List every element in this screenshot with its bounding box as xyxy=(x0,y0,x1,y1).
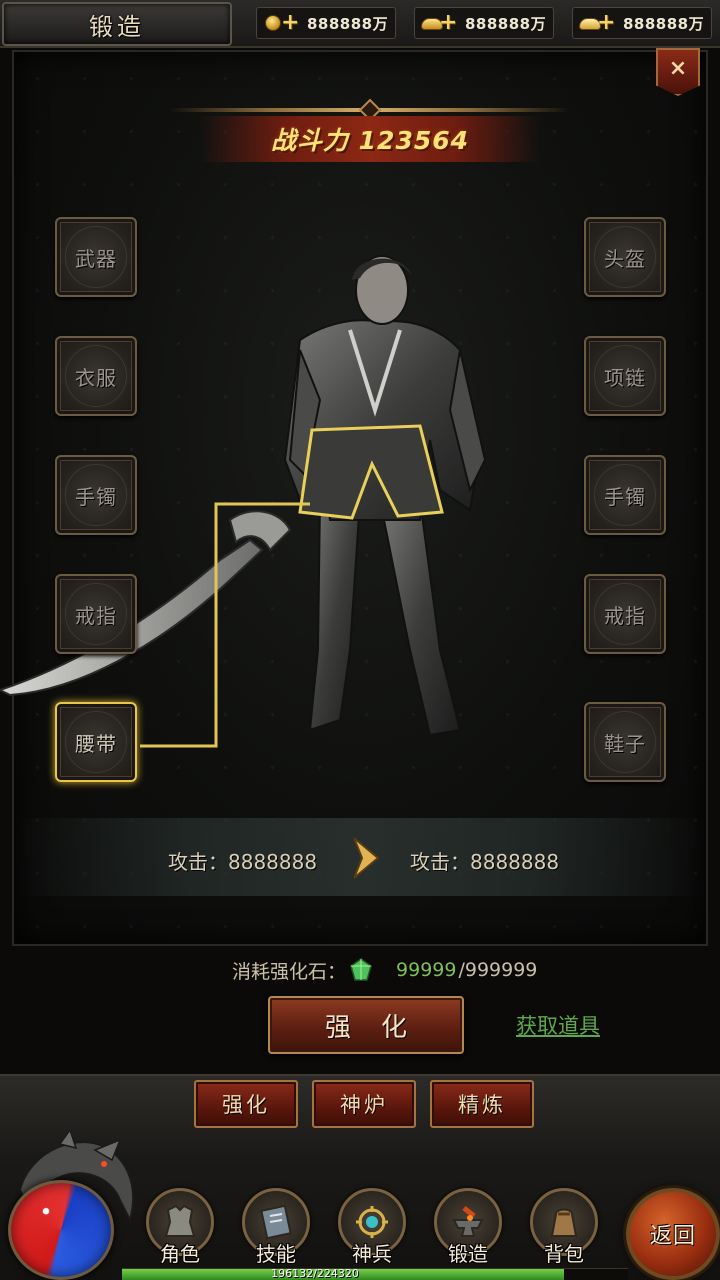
nav-bag-label: 背包 xyxy=(544,1242,584,1266)
cost-max: /999999 xyxy=(458,959,538,981)
get-items-link[interactable]: 获取道具 xyxy=(516,1010,600,1040)
combat-power-banner: 战斗力 123564 xyxy=(170,98,570,166)
slot-bracelet-right-label: 手镯 xyxy=(604,484,646,509)
tab-divine-furnace-label: 神炉 xyxy=(340,1093,388,1117)
nav-divine-weapon[interactable]: 神兵 xyxy=(336,1186,408,1276)
slot-helmet[interactable]: 头盔 xyxy=(584,217,666,297)
arrow-right-icon xyxy=(353,837,380,879)
slot-ring-left-label: 戒指 xyxy=(75,603,117,628)
page-title: 锻造 xyxy=(2,2,232,46)
enhance-stone-icon xyxy=(350,958,372,981)
top-bar: 锻造 + 888888万 + 888888万 + 888888万 xyxy=(0,0,720,48)
nav-forge-label: 锻造 xyxy=(448,1242,488,1266)
slot-shoes-label: 鞋子 xyxy=(604,731,646,756)
coin-icon: + xyxy=(261,9,299,37)
hp-mp-orb xyxy=(8,1180,114,1280)
nav-character[interactable]: 角色 xyxy=(144,1186,216,1276)
tab-enhance[interactable]: 强化 xyxy=(194,1080,298,1128)
close-icon: × xyxy=(668,55,688,81)
slot-bracelet-left[interactable]: 手镯 xyxy=(55,455,137,535)
exp-text: 196132/224320 xyxy=(271,1267,359,1280)
tab-refine-label: 精炼 xyxy=(458,1093,506,1117)
nav-bag[interactable]: 背包 xyxy=(528,1186,600,1276)
slot-connector-line xyxy=(140,502,310,748)
slot-necklace-label: 项链 xyxy=(604,365,646,390)
slot-weapon[interactable]: 武器 xyxy=(55,217,137,297)
next-attack-stat: 攻击：8888888 xyxy=(410,850,560,874)
cost-row: 消耗强化石： 99999 /999999 xyxy=(232,956,537,984)
tab-refine[interactable]: 精炼 xyxy=(430,1080,534,1128)
currency-coins-value: 888888万 xyxy=(307,14,389,33)
currency-silver-value: 888888万 xyxy=(623,14,705,33)
return-button[interactable]: 返回 xyxy=(626,1188,720,1280)
slot-weapon-label: 武器 xyxy=(75,246,117,271)
page-title-text: 锻造 xyxy=(89,12,145,41)
slot-bracelet-left-label: 手镯 xyxy=(75,484,117,509)
cost-current: 99999 xyxy=(396,959,457,981)
cost-label: 消耗强化石： xyxy=(232,960,347,983)
slot-ring-right[interactable]: 戒指 xyxy=(584,574,666,654)
slot-belt-label: 腰带 xyxy=(75,731,117,756)
nav-divine-weapon-label: 神兵 xyxy=(352,1242,392,1266)
slot-helmet-label: 头盔 xyxy=(604,246,646,271)
current-attack-stat: 攻击：8888888 xyxy=(168,850,318,874)
currency-gold-value: 888888万 xyxy=(465,14,547,33)
gold-ingot-icon: + xyxy=(419,9,457,37)
nav-skills[interactable]: 技能 xyxy=(240,1186,312,1276)
currency-coins[interactable]: + 888888万 xyxy=(256,7,396,39)
slot-shoes[interactable]: 鞋子 xyxy=(584,702,666,782)
slot-necklace[interactable]: 项链 xyxy=(584,336,666,416)
currency-gold-ingot[interactable]: + 888888万 xyxy=(414,7,554,39)
slot-belt[interactable]: 腰带 xyxy=(55,702,137,782)
slot-armor[interactable]: 衣服 xyxy=(55,336,137,416)
nav-character-label: 角色 xyxy=(160,1242,200,1266)
return-button-label: 返回 xyxy=(649,1224,696,1249)
nav-skills-label: 技能 xyxy=(256,1242,296,1266)
combat-power-value: 战斗力 123564 xyxy=(270,126,470,155)
tab-enhance-label: 强化 xyxy=(222,1093,270,1117)
enhance-button[interactable]: 强化 xyxy=(268,996,464,1054)
tab-divine-furnace[interactable]: 神炉 xyxy=(312,1080,416,1128)
enhance-button-label: 强化 xyxy=(324,1012,437,1043)
nav-forge[interactable]: 锻造 xyxy=(432,1186,504,1276)
slot-ring-right-label: 戒指 xyxy=(604,603,646,628)
slot-armor-label: 衣服 xyxy=(75,365,117,390)
silver-ingot-icon: + xyxy=(577,9,615,37)
slot-bracelet-right[interactable]: 手镯 xyxy=(584,455,666,535)
slot-ring-left[interactable]: 戒指 xyxy=(55,574,137,654)
currency-silver-ingot[interactable]: + 888888万 xyxy=(572,7,712,39)
